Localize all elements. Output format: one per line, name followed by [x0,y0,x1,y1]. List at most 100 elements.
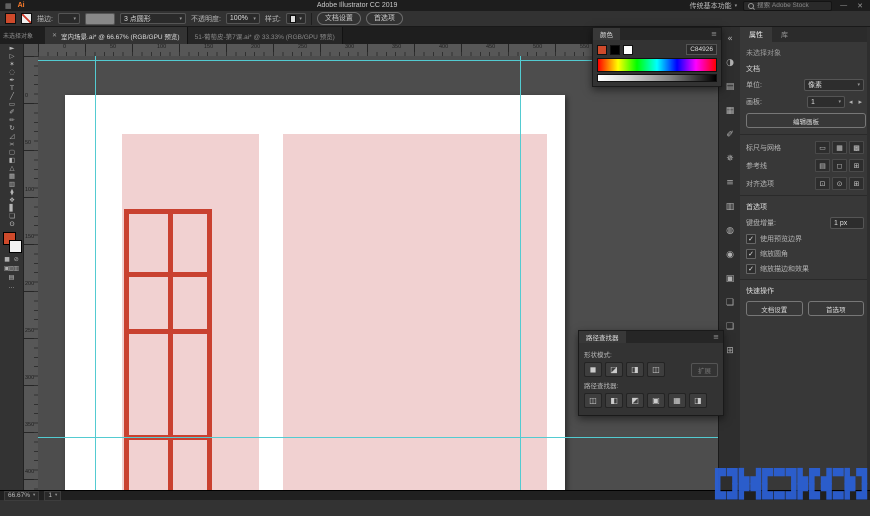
unit-dropdown[interactable]: 像素 ▾ [804,79,864,91]
crop-button[interactable]: ▣ [647,393,665,408]
document-tab-inactive[interactable]: 51-葡萄皮-第7课.ai* @ 33.33% (RGB/GPU 预览) [187,27,343,44]
snap-to-grid-toggle[interactable]: ⊡ [815,177,830,190]
fill-color-swatch[interactable] [5,13,16,24]
transparency-grid-toggle[interactable]: ▩ [849,141,864,154]
pencil-tool[interactable]: ✏ [0,116,24,124]
color-panel-tab[interactable]: 颜色 [593,28,620,40]
search-input[interactable] [757,2,828,9]
show-grid-toggle[interactable]: ▦ [832,141,847,154]
use-preview-bounds-checkbox[interactable]: ✓ [746,234,756,244]
scale-strokes-effects-checkbox[interactable]: ✓ [746,264,756,274]
grayscale-ramp-bar[interactable] [597,74,717,82]
next-artboard-icon[interactable]: ▸ [856,98,864,106]
trim-button[interactable]: ◧ [605,393,623,408]
magic-wand-tool[interactable]: ✶ [0,60,24,68]
tab-properties[interactable]: 属性 [740,27,772,42]
opacity-dropdown[interactable]: 100% ▾ [225,13,260,24]
black-swatch[interactable] [610,44,620,55]
pathfinder-panel-tab[interactable]: 路径查找器 [579,331,626,343]
previous-artboard-icon[interactable]: ◂ [847,98,855,106]
panel-menu-icon[interactable]: ≡ [709,331,723,343]
scale-tool[interactable]: ◿ [0,132,24,140]
perspective-grid-tool[interactable]: △ [0,164,24,172]
eyedropper-tool[interactable]: ⧫ [0,188,24,196]
lock-guides-toggle[interactable]: ◻ [832,159,847,172]
preferences-button[interactable]: 首选项 [365,12,403,25]
type-tool[interactable]: T [0,84,24,92]
line-segment-tool[interactable]: ╱ [0,92,24,100]
document-viewport[interactable] [38,56,718,490]
tab-libraries[interactable]: 库 [772,27,797,42]
show-rulers-toggle[interactable]: ▭ [815,141,830,154]
show-guides-toggle[interactable]: ▤ [815,159,830,172]
vertical-guide[interactable] [95,56,96,490]
vertical-guide[interactable] [520,56,521,490]
merge-button[interactable]: ◩ [626,393,644,408]
edit-toolbar-button[interactable]: … [0,282,24,291]
rotate-tool[interactable]: ↻ [0,124,24,132]
mesh-tool[interactable]: ▦ [0,172,24,180]
close-icon[interactable]: ✕ [52,32,57,39]
vertical-ruler[interactable]: 0 50 100 150 200 250 300 350 400 [24,56,38,490]
document-setup-button[interactable]: 文档设置 [316,12,361,25]
quick-preferences-button[interactable]: 首选项 [807,301,864,316]
appearance-panel-icon[interactable]: ◉ [719,243,741,267]
column-graph-tool[interactable]: ▋ [0,204,24,212]
expand-button[interactable]: 扩展 [691,362,718,377]
lasso-tool[interactable]: ◌ [0,68,24,76]
color-panel-icon[interactable]: ◑ [719,51,741,75]
artboard-tool[interactable]: ❏ [0,212,24,220]
width-tool[interactable]: ≍ [0,140,24,148]
minimize-button[interactable]: — [838,2,849,9]
white-swatch[interactable] [623,44,633,55]
rectangle-tool[interactable]: ▭ [0,100,24,108]
close-button[interactable]: ✕ [855,2,865,10]
layers-panel-icon[interactable]: ❏ [719,291,741,315]
pen-tool[interactable]: ✒ [0,76,24,84]
stroke-weight-dropdown[interactable]: ▾ [57,13,80,24]
collapse-dock-icon[interactable]: « [719,27,741,51]
variable-width-profile[interactable] [84,12,115,25]
color-guide-panel-icon[interactable]: ▤ [719,75,741,99]
artboard-navigation-dropdown[interactable]: 1 ▾ [44,490,62,501]
stock-search[interactable] [743,0,833,11]
scale-corners-checkbox[interactable]: ✓ [746,249,756,259]
zoom-tool[interactable]: ʘ [0,220,24,228]
selection-tool[interactable]: ► [0,44,24,52]
intersect-button[interactable]: ◨ [626,362,644,377]
minus-front-button[interactable]: ◪ [605,362,623,377]
snap-to-point-toggle[interactable]: ⊙ [832,177,847,190]
quick-document-setup-button[interactable]: 文档设置 [746,301,803,316]
unite-button[interactable]: ◼ [584,362,602,377]
artboard-dropdown[interactable]: 1 ▾ [806,96,845,108]
brush-dropdown[interactable]: 3 点圆形 ▾ [119,13,186,24]
gradient-panel-icon[interactable]: ▥ [719,195,741,219]
paintbrush-tool[interactable]: ✐ [0,108,24,116]
brushes-panel-icon[interactable]: ✐ [719,123,741,147]
screen-mode-button[interactable]: ▢ [0,273,24,282]
gradient-tool[interactable]: ▥ [0,180,24,188]
keyboard-increment-field[interactable]: 1 px [830,217,864,229]
symbols-panel-icon[interactable]: ✵ [719,147,741,171]
red-grid-frame[interactable] [124,209,212,490]
stroke-panel-icon[interactable]: ≡ [719,171,741,195]
outline-button[interactable]: ▦ [668,393,686,408]
free-transform-tool[interactable]: ▢ [0,148,24,156]
direct-selection-tool[interactable]: ▷ [0,52,24,60]
app-grid-icon[interactable]: ▦ [5,2,12,10]
exclude-button[interactable]: ◫ [647,362,665,377]
horizontal-guide[interactable] [38,437,718,438]
hex-value-field[interactable]: C84926 [686,44,717,55]
minus-back-button[interactable]: ◨ [689,393,707,408]
stroke-swatch[interactable] [9,240,22,253]
shape-builder-tool[interactable]: ◧ [0,156,24,164]
smart-guides-toggle[interactable]: ⊞ [849,159,864,172]
zoom-dropdown[interactable]: 66.67% ▾ [4,490,40,501]
edit-artboard-button[interactable]: 编辑画板 [746,113,866,128]
document-tab-active[interactable]: ✕ 室内场景.ai* @ 66.67% (RGB/GPU 预览) [45,27,188,44]
divide-button[interactable]: ◫ [584,393,602,408]
fill-proxy-swatch[interactable] [597,44,607,55]
artboard[interactable] [65,95,565,490]
blend-tool[interactable]: ❖ [0,196,24,204]
transparency-panel-icon[interactable]: ◍ [719,219,741,243]
